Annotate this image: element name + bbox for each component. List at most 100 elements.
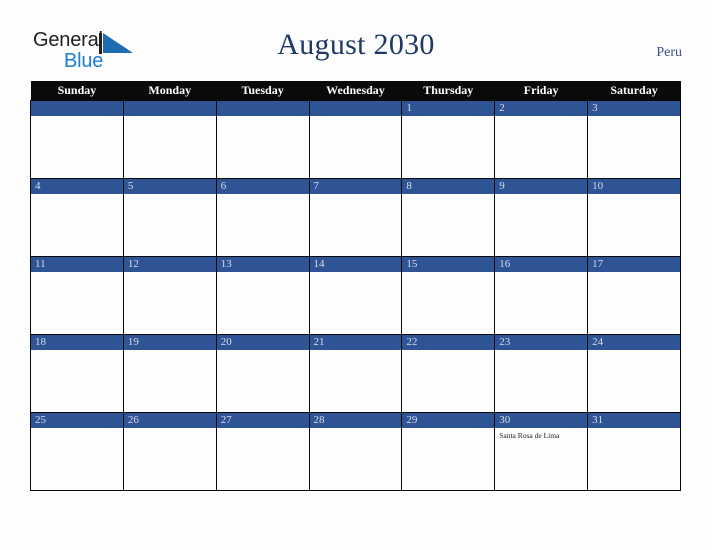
day-events — [31, 194, 123, 255]
calendar-day-cell[interactable]: 10 — [587, 178, 681, 257]
calendar-day-cell[interactable]: 19 — [122, 334, 217, 413]
day-events — [402, 350, 494, 411]
day-events — [402, 194, 494, 255]
calendar-day-cell[interactable]: 12 — [122, 256, 217, 335]
weekday-header-wednesday: Wednesday — [309, 81, 402, 101]
calendar-empty-cell — [308, 100, 403, 179]
calendar-grid: Sunday Monday Tuesday Wednesday Thursday… — [30, 81, 681, 491]
calendar-empty-cell — [122, 100, 217, 179]
day-events — [495, 350, 587, 411]
day-number: 24 — [588, 335, 680, 350]
day-events — [124, 272, 216, 333]
day-number: 5 — [123, 179, 216, 194]
day-number: 23 — [495, 335, 588, 350]
day-number: 25 — [31, 413, 123, 428]
calendar-day-cell[interactable]: 18 — [30, 334, 124, 413]
calendar-day-cell[interactable]: 8 — [401, 178, 496, 257]
calendar-day-cell[interactable]: 13 — [215, 256, 310, 335]
day-events — [495, 194, 587, 255]
day-number: 11 — [31, 257, 123, 272]
calendar-day-cell[interactable]: 4 — [30, 178, 124, 257]
day-number: 14 — [309, 257, 402, 272]
calendar-day-cell[interactable]: 5 — [122, 178, 217, 257]
day-events — [310, 116, 402, 177]
day-number: 30 — [495, 413, 588, 428]
day-number: 21 — [309, 335, 402, 350]
day-events — [588, 116, 680, 177]
calendar-day-cell[interactable]: 25 — [30, 412, 124, 491]
day-events — [217, 272, 309, 333]
day-number — [309, 101, 402, 116]
day-events: Santa Rosa de Lima — [495, 428, 587, 489]
calendar-day-cell[interactable]: 11 — [30, 256, 124, 335]
day-events — [402, 116, 494, 177]
day-events — [310, 194, 402, 255]
day-events — [124, 428, 216, 489]
weekday-header-row: Sunday Monday Tuesday Wednesday Thursday… — [30, 81, 681, 101]
day-number: 10 — [588, 179, 680, 194]
day-number: 18 — [31, 335, 123, 350]
calendar-day-cell[interactable]: 3 — [587, 100, 681, 179]
day-events — [588, 272, 680, 333]
calendar-empty-cell — [215, 100, 310, 179]
day-events — [31, 272, 123, 333]
calendar-day-cell[interactable]: 30 Santa Rosa de Lima — [494, 412, 589, 491]
day-number: 17 — [588, 257, 680, 272]
calendar-day-cell[interactable]: 26 — [122, 412, 217, 491]
day-number: 29 — [402, 413, 495, 428]
day-number: 28 — [309, 413, 402, 428]
day-number: 8 — [402, 179, 495, 194]
day-events — [588, 350, 680, 411]
day-number: 6 — [216, 179, 309, 194]
page-header: General Blue August 2030 Peru — [0, 0, 712, 80]
calendar-day-cell[interactable]: 29 — [401, 412, 496, 491]
calendar-day-cell[interactable]: 14 — [308, 256, 403, 335]
day-events — [124, 194, 216, 255]
day-number: 19 — [123, 335, 216, 350]
day-events — [495, 272, 587, 333]
day-events — [217, 194, 309, 255]
calendar-day-cell[interactable]: 22 — [401, 334, 496, 413]
day-number: 13 — [216, 257, 309, 272]
calendar-day-cell[interactable]: 28 — [308, 412, 403, 491]
calendar-day-cell[interactable]: 1 — [401, 100, 496, 179]
day-number: 15 — [402, 257, 495, 272]
day-number: 22 — [402, 335, 495, 350]
calendar-day-cell[interactable]: 7 — [308, 178, 403, 257]
day-events — [402, 428, 494, 489]
weekday-header-tuesday: Tuesday — [216, 81, 310, 101]
calendar-body: 1 2 3 4 5 6 7 8 9 10 11 12 13 14 15 16 17 18 19 20 21 22 23 24 2… — [30, 100, 681, 491]
weekday-header-thursday: Thursday — [401, 81, 495, 101]
calendar-day-cell[interactable]: 24 — [587, 334, 681, 413]
calendar-day-cell[interactable]: 27 — [215, 412, 310, 491]
calendar-week-row: 123 — [30, 100, 681, 179]
weekday-header-saturday: Saturday — [587, 81, 681, 101]
calendar-day-cell[interactable]: 16 — [494, 256, 589, 335]
calendar-day-cell[interactable]: 15 — [401, 256, 496, 335]
calendar-day-cell[interactable]: 2 — [494, 100, 589, 179]
calendar-day-cell[interactable]: 23 — [494, 334, 589, 413]
day-number: 27 — [216, 413, 309, 428]
calendar-day-cell[interactable]: 6 — [215, 178, 310, 257]
day-number: 1 — [402, 101, 495, 116]
calendar-day-cell[interactable]: 17 — [587, 256, 681, 335]
weekday-header-friday: Friday — [494, 81, 588, 101]
day-number: 26 — [123, 413, 216, 428]
calendar-day-cell[interactable]: 20 — [215, 334, 310, 413]
day-number: 20 — [216, 335, 309, 350]
calendar-week-row: 4 5 6 7 8 9 10 — [30, 178, 681, 257]
day-events — [217, 428, 309, 489]
calendar-day-cell[interactable]: 9 — [494, 178, 589, 257]
day-events — [310, 428, 402, 489]
calendar-day-cell[interactable]: 31 — [587, 412, 681, 491]
day-events — [495, 116, 587, 177]
day-events — [310, 272, 402, 333]
calendar-day-cell[interactable]: 21 — [308, 334, 403, 413]
calendar-week-row: 11 12 13 14 15 16 17 — [30, 256, 681, 335]
day-events — [310, 350, 402, 411]
day-events — [124, 350, 216, 411]
day-number: 12 — [123, 257, 216, 272]
day-number: 2 — [495, 101, 588, 116]
weekday-header-sunday: Sunday — [30, 81, 124, 101]
calendar-week-row: 18 19 20 21 22 23 24 — [30, 334, 681, 413]
